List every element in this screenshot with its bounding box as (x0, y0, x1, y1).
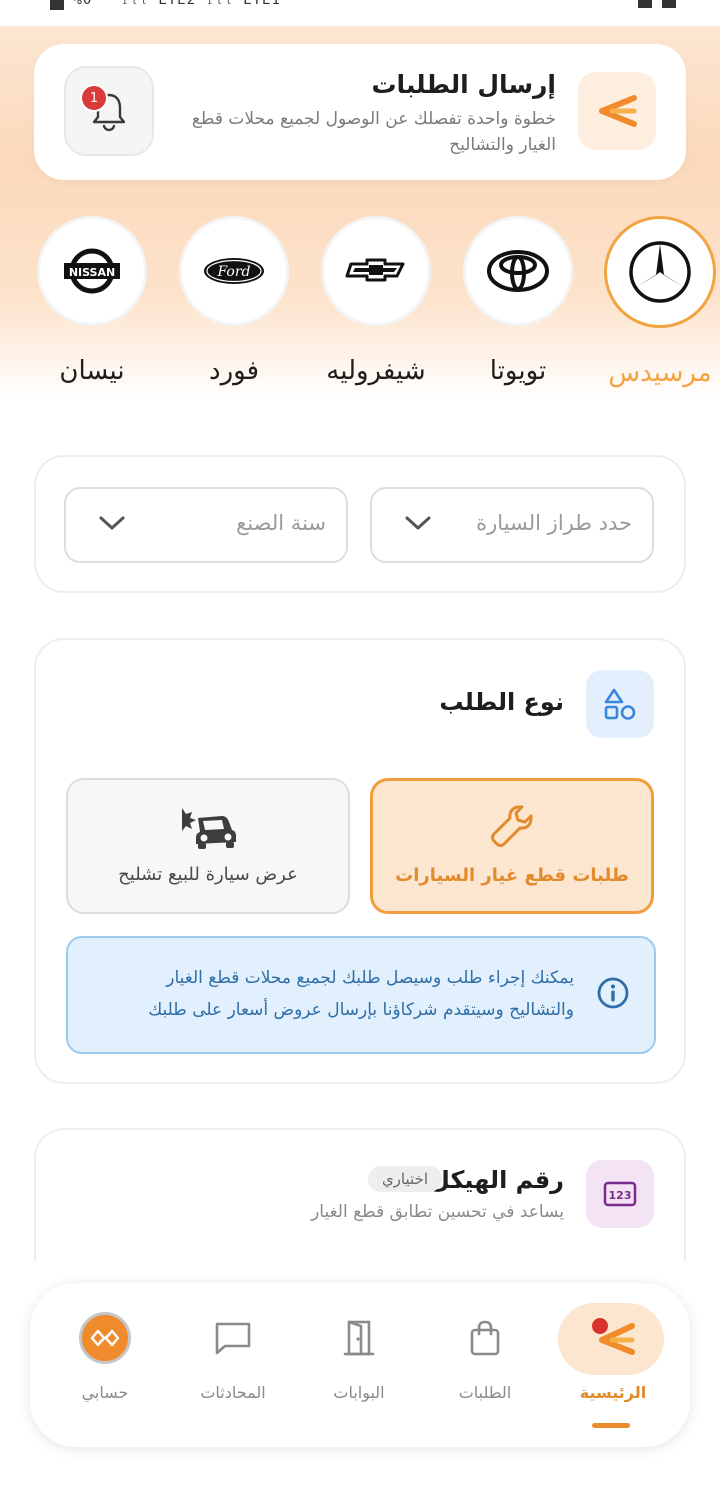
account-avatar-icon (79, 1312, 131, 1364)
nav-account[interactable]: حسابي (50, 1303, 160, 1433)
shapes-icon (604, 688, 636, 720)
info-text: يمكنك إجراء طلب وسيصل طلبك لجميع محلات ق… (148, 968, 574, 1020)
message-status-icon (662, 0, 676, 8)
app-logo-box (578, 72, 656, 150)
header-title: إرسال الطلبات (371, 70, 556, 99)
vin-icon-text: 123 (609, 1189, 632, 1202)
brand-item-mercedes[interactable]: مرسيدس (600, 216, 720, 388)
car-model-select[interactable]: حدد طراز السيارة (370, 487, 654, 563)
option-label: طلبات قطع غيار السيارات (395, 865, 629, 886)
year-select[interactable]: سنة الصنع (64, 487, 348, 563)
brand-label: مرسيدس (608, 358, 712, 388)
option-car-for-sale-scrap[interactable]: عرض سيارة للبيع تشليح (66, 778, 350, 914)
optional-badge: اختياري (367, 1166, 442, 1192)
notification-status-icon (637, 0, 652, 8)
nav-active-indicator (592, 1423, 630, 1428)
nav-chats[interactable]: المحادثات (178, 1303, 288, 1433)
send-arrow-logo-icon (599, 95, 637, 127)
shopping-bag-icon (470, 1320, 500, 1356)
crashed-car-icon (182, 808, 236, 849)
nav-label: حسابي (81, 1383, 129, 1402)
status-bar: %0 · ᵢₗₗ LTE2 ᵢₗₗ LTE1 (0, 0, 720, 26)
battery-icon (50, 0, 64, 10)
chat-icon (215, 1322, 251, 1355)
nav-icon-wrap (178, 1303, 288, 1373)
wrench-icon (491, 805, 533, 847)
chevron-down-icon (99, 516, 125, 530)
brand-circle: Ford (179, 216, 289, 326)
brand-label: فورد (209, 356, 259, 386)
status-bar-left: %0 · ᵢₗₗ LTE2 ᵢₗₗ LTE1 (44, 0, 281, 10)
chevron-down-icon (405, 516, 431, 530)
nav-gateways[interactable]: البوابات (304, 1303, 414, 1433)
toyota-logo-icon (487, 250, 549, 292)
mercedes-logo-icon (629, 241, 691, 303)
avatar-logo-icon (90, 1329, 120, 1347)
brand-item-chevrolet[interactable]: شيفروليه (316, 216, 436, 386)
car-model-placeholder: حدد طراز السيارة (476, 511, 632, 535)
request-type-icon-box (586, 670, 654, 738)
bottom-navigation: الرئيسية الطلبات البوابات المحادثات حساب… (30, 1283, 690, 1447)
nissan-logo-text: NISSAN (69, 266, 115, 279)
brand-label: شيفروليه (326, 356, 426, 386)
chevrolet-logo-icon (345, 258, 405, 282)
nav-icon-wrap (50, 1303, 160, 1373)
option-spare-parts-requests[interactable]: طلبات قطع غيار السيارات (370, 778, 654, 914)
status-bar-right (632, 0, 676, 8)
nav-icon-wrap (558, 1303, 668, 1373)
brand-label: تويوتا (489, 356, 547, 386)
car-filter-card: حدد طراز السيارة سنة الصنع (34, 455, 686, 593)
nav-icon-wrap (430, 1303, 540, 1373)
nav-label: البوابات (333, 1383, 385, 1402)
vin-icon-box: 123 (586, 1160, 654, 1228)
numbers-123-icon: 123 (603, 1181, 637, 1207)
brand-circle (321, 216, 431, 326)
option-label: عرض سيارة للبيع تشليح (118, 864, 298, 885)
brand-circle (463, 216, 573, 326)
notification-badge: 1 (80, 84, 108, 112)
vin-subtitle: يساعد في تحسين تطابق قطع الغيار (311, 1202, 564, 1222)
nav-home[interactable]: الرئيسية (558, 1303, 668, 1433)
nav-label: الطلبات (458, 1383, 512, 1402)
home-logo-icon (592, 1318, 635, 1355)
header-subtitle: خطوة واحدة تفصلك عن الوصول لجميع محلات ق… (191, 109, 556, 155)
nissan-logo-icon: NISSAN (64, 248, 120, 294)
brand-circle (604, 216, 716, 328)
send-requests-header-card: إرسال الطلبات خطوة واحدة تفصلك عن الوصول… (34, 44, 686, 180)
request-info-box: يمكنك إجراء طلب وسيصل طلبك لجميع محلات ق… (66, 936, 656, 1054)
vin-title: رقم الهيكل (429, 1166, 564, 1194)
year-placeholder: سنة الصنع (236, 511, 326, 535)
nav-label: المحادثات (200, 1383, 266, 1402)
brand-circle: NISSAN (37, 216, 147, 326)
brand-carousel[interactable]: مرسيدس تويوتا شيفروليه Ford فورد NISSAN … (34, 216, 720, 406)
brand-item-toyota[interactable]: تويوتا (458, 216, 578, 386)
ford-logo-icon: Ford (204, 258, 264, 284)
ford-logo-text: Ford (216, 264, 250, 280)
request-type-card: نوع الطلب طلبات قطع غيار السيارات عرض سي… (34, 638, 686, 1084)
door-icon (343, 1320, 375, 1356)
signal-text: %0 · ᵢₗₗ LTE2 ᵢₗₗ LTE1 (73, 0, 281, 8)
request-type-title: نوع الطلب (439, 688, 564, 716)
brand-label: نيسان (59, 356, 125, 386)
notifications-button[interactable]: 1 (64, 66, 154, 156)
brand-item-nissan[interactable]: NISSAN نيسان (34, 216, 152, 386)
info-icon (597, 977, 629, 1009)
brand-item-ford[interactable]: Ford فورد (174, 216, 294, 386)
nav-icon-wrap (304, 1303, 414, 1373)
nav-label: الرئيسية (579, 1383, 647, 1402)
nav-requests[interactable]: الطلبات (430, 1303, 540, 1433)
